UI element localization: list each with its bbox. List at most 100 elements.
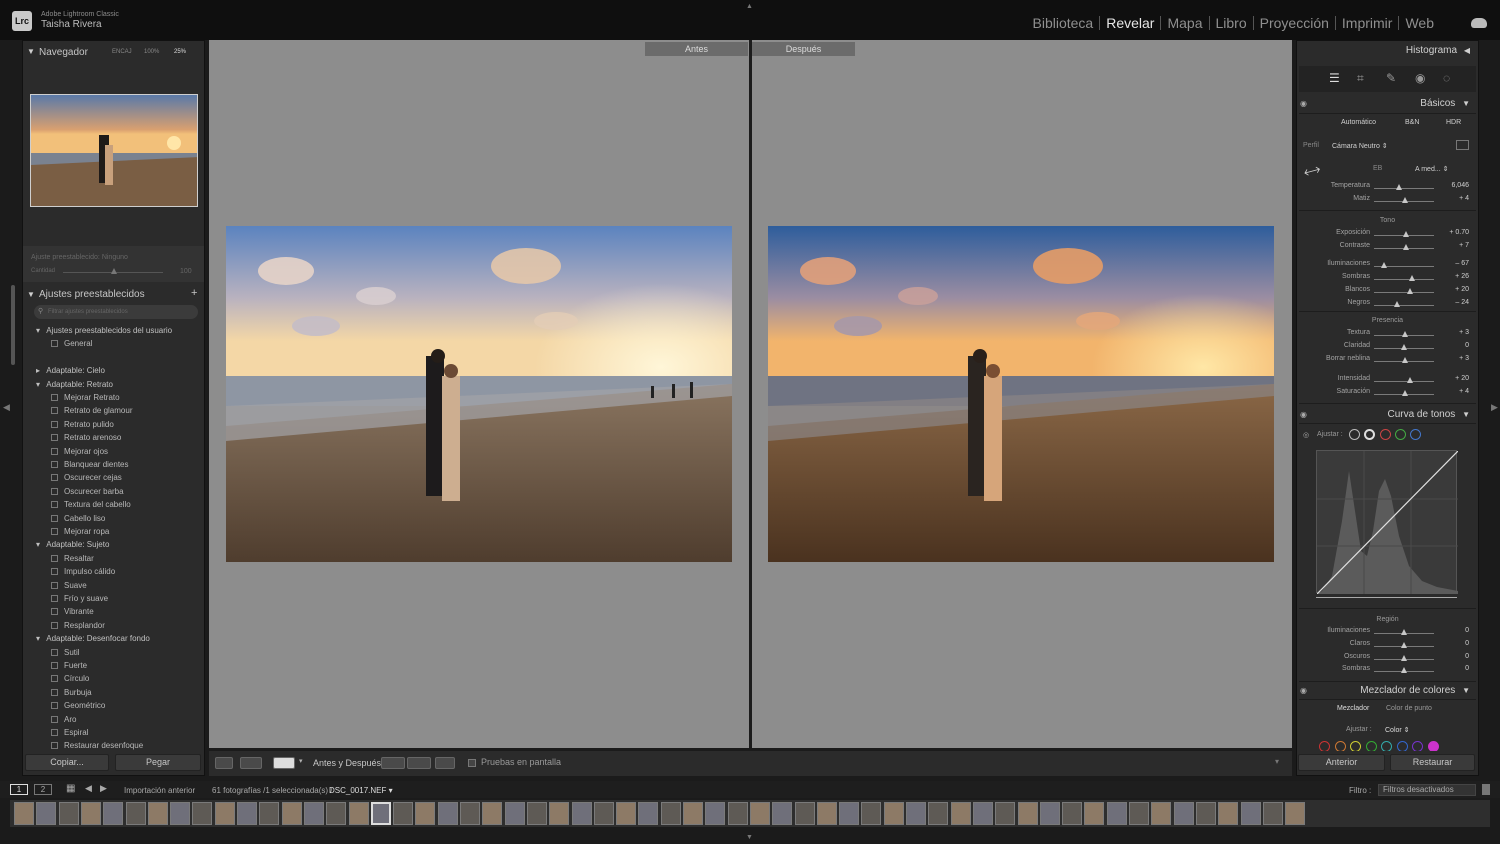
slider-row[interactable]: Contraste + 7 — [1297, 242, 1478, 254]
filmstrip-thumbnail[interactable] — [995, 802, 1016, 825]
filmstrip-thumbnail[interactable] — [1240, 802, 1261, 825]
filmstrip-thumbnail[interactable] — [326, 802, 347, 825]
expand-triangle-icon[interactable]: ▾ — [36, 326, 42, 335]
slider-thumb[interactable] — [1407, 377, 1413, 384]
preset-item[interactable]: Retrato arenoso — [51, 433, 121, 442]
treatment-button-2[interactable]: HDR — [1446, 119, 1461, 126]
blue-channel-icon[interactable] — [1410, 429, 1421, 440]
mixer-adjust-dropdown[interactable]: Color ⇕ — [1385, 726, 1410, 734]
filmstrip-thumbnail[interactable] — [972, 802, 993, 825]
zoom-25[interactable]: 25% — [174, 49, 186, 55]
filmstrip-thumbnail[interactable] — [237, 802, 257, 825]
collapse-triangle-icon[interactable]: ▼ — [1462, 99, 1470, 108]
slider-row[interactable]: Saturación + 4 — [1297, 388, 1478, 400]
grid-view-icon[interactable]: ▦ — [66, 783, 75, 794]
slider-value[interactable]: 0 — [1465, 653, 1469, 660]
preset-group[interactable]: ▸ Adaptable: Cielo — [36, 366, 105, 375]
slider-row[interactable]: Iluminaciones 0 — [1297, 627, 1478, 639]
tone-curve-graph[interactable] — [1316, 450, 1459, 595]
module-1[interactable]: Revelar — [1100, 16, 1162, 30]
slider-thumb[interactable] — [1408, 275, 1415, 282]
collapse-left-panel-icon[interactable]: ◀ — [3, 402, 10, 413]
back-arrow-icon[interactable]: ◀ — [85, 783, 92, 794]
slider-value[interactable]: + 20 — [1455, 375, 1469, 382]
slider-track[interactable] — [1374, 188, 1434, 189]
amount-slider-thumb[interactable] — [111, 268, 117, 274]
after-photo[interactable] — [768, 226, 1274, 562]
mixer-eye-icon[interactable]: ◉ — [1300, 686, 1307, 695]
filmstrip-thumbnail[interactable] — [1195, 802, 1216, 825]
basics-eye-icon[interactable]: ◉ — [1300, 99, 1307, 108]
expand-triangle-icon[interactable]: ▾ — [36, 634, 42, 643]
slider-value[interactable]: + 3 — [1459, 355, 1469, 362]
preset-item[interactable]: Oscurecer cejas — [51, 473, 122, 482]
filmstrip-thumbnail[interactable] — [861, 802, 882, 825]
filmstrip-thumbnail[interactable] — [683, 802, 703, 825]
color-swatch[interactable] — [1381, 741, 1392, 751]
before-photo[interactable] — [226, 226, 732, 562]
preset-item[interactable]: Suave — [51, 581, 87, 590]
color-swatch[interactable] — [1412, 741, 1423, 751]
preset-item[interactable]: Frío y suave — [51, 594, 108, 603]
color-swatch[interactable] — [1365, 741, 1377, 751]
slider-row[interactable]: Textura + 3 — [1297, 329, 1478, 341]
preset-item[interactable]: Mejorar Retrato — [51, 393, 120, 402]
slider-row[interactable]: Sombras 0 — [1297, 665, 1478, 677]
collapse-triangle-icon[interactable]: ▼ — [27, 290, 35, 299]
slider-value[interactable]: – 67 — [1455, 260, 1469, 267]
filmstrip-thumbnail[interactable] — [593, 802, 614, 825]
slider-track[interactable] — [1374, 381, 1434, 383]
filmstrip-thumbnail[interactable] — [1218, 802, 1239, 825]
healing-icon[interactable]: ✎ — [1386, 71, 1396, 85]
filmstrip-thumbnail[interactable] — [1039, 802, 1060, 825]
slider-thumb[interactable] — [1402, 390, 1409, 397]
preset-item[interactable]: Vibrante — [51, 607, 94, 616]
red-channel-icon[interactable] — [1380, 429, 1391, 440]
preset-group[interactable]: ▾ Adaptable: Desenfocar fondo — [36, 634, 150, 643]
slider-value[interactable]: 0 — [1465, 342, 1469, 349]
slider-thumb[interactable] — [1401, 667, 1407, 674]
preset-item[interactable]: Retrato pulido — [51, 420, 114, 429]
slider-value[interactable]: 0 — [1465, 640, 1469, 647]
slider-thumb[interactable] — [1396, 184, 1403, 190]
preset-item[interactable]: Fuerte — [51, 661, 87, 670]
cloud-sync-icon[interactable] — [1471, 18, 1487, 28]
filmstrip-thumbnail[interactable] — [772, 802, 793, 825]
color-swatch[interactable] — [1396, 741, 1408, 751]
slider-row[interactable]: Exposición + 0.70 — [1297, 229, 1478, 241]
slider-value[interactable]: + 4 — [1459, 195, 1469, 202]
slider-track[interactable] — [1374, 291, 1434, 293]
preset-item[interactable]: Aro — [51, 715, 76, 724]
collapse-triangle-icon[interactable]: ▼ — [1462, 686, 1470, 695]
collapse-triangle-icon[interactable]: ◀ — [1464, 46, 1470, 55]
secondary-window-button[interactable]: 2 — [34, 784, 52, 795]
preset-item[interactable]: Resaltar — [51, 554, 94, 563]
expand-triangle-icon[interactable]: ▾ — [36, 380, 42, 389]
filmstrip-thumbnail[interactable] — [370, 802, 391, 825]
filmstrip-thumbnail[interactable] — [705, 802, 726, 825]
filter-lock-icon[interactable] — [1482, 784, 1490, 795]
green-channel-icon[interactable] — [1395, 429, 1406, 440]
navigator-header[interactable]: ▼ Navegador ENCAJ 100% 25% — [23, 43, 204, 63]
filmstrip-thumbnail[interactable] — [1151, 802, 1172, 825]
filmstrip-thumbnail[interactable] — [549, 802, 570, 825]
curve-header[interactable]: Curva de tonos ▼ — [1387, 409, 1470, 420]
module-3[interactable]: Libro — [1210, 16, 1254, 30]
preset-group[interactable]: ▾ Ajustes preestablecidos del usuario — [36, 326, 172, 335]
filmstrip-thumbnail[interactable] — [839, 802, 860, 825]
softproof-checkbox[interactable] — [468, 759, 476, 767]
crop-icon[interactable]: ⌗ — [1357, 71, 1364, 86]
slider-row[interactable]: Intensidad + 20 — [1297, 375, 1478, 387]
filmstrip-thumbnail[interactable] — [281, 802, 302, 825]
slider-thumb[interactable] — [1401, 629, 1407, 635]
presets-header[interactable]: ▼ Ajustes preestablecidos + — [23, 287, 204, 307]
color-swatch[interactable] — [1319, 741, 1330, 751]
navigator-preview[interactable] — [30, 94, 198, 207]
filmstrip-thumbnail[interactable] — [460, 802, 480, 825]
curve-target-icon[interactable]: ◎ — [1303, 431, 1309, 439]
filmstrip-thumbnail[interactable] — [36, 802, 57, 825]
filmstrip-thumbnail[interactable] — [214, 802, 235, 825]
filmstrip-thumbnail[interactable] — [660, 802, 681, 825]
slider-value[interactable]: 0 — [1465, 627, 1469, 634]
filmstrip-thumbnail[interactable] — [80, 802, 101, 825]
